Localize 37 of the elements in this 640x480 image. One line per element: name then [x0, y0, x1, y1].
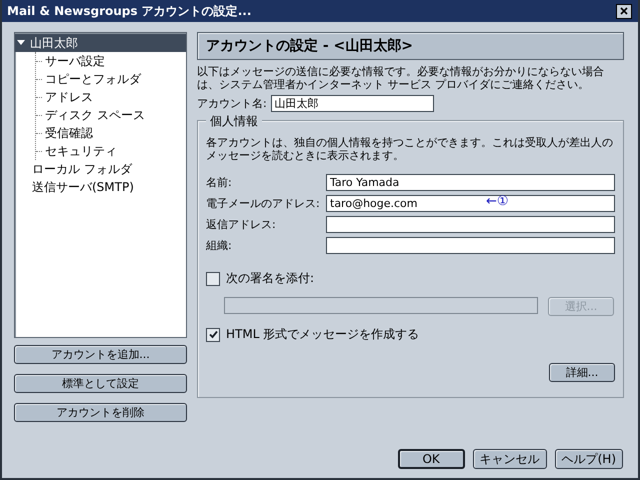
- tree-item[interactable]: コピーとフォルダ: [42, 70, 144, 88]
- window-title: Mail & Newsgroups アカウントの設定...: [7, 2, 252, 20]
- field-label: 組織:: [206, 238, 233, 253]
- account-name-field[interactable]: 山田太郎: [270, 95, 434, 112]
- annotation-mark: ←①: [486, 194, 509, 209]
- dialog-button[interactable]: キャンセル: [472, 449, 547, 469]
- dialog-button[interactable]: ヘルプ(H): [554, 449, 623, 469]
- panel-title: アカウントの設定 - <山田太郎>: [197, 32, 624, 60]
- field-label: 返信アドレス:: [206, 217, 277, 232]
- tree-item[interactable]: アドレス: [42, 88, 96, 106]
- tree-item[interactable]: サーバ設定: [42, 52, 108, 70]
- tree-item[interactable]: ディスク スペース: [42, 106, 148, 124]
- expanded-arrow-icon[interactable]: [17, 39, 25, 47]
- checkbox[interactable]: [206, 272, 220, 286]
- account-button[interactable]: アカウントを削除: [14, 403, 187, 422]
- checkbox-label: HTML 形式でメッセージを作成する: [226, 326, 420, 343]
- field-label: 名前:: [206, 175, 233, 190]
- tree-item[interactable]: ローカル フォルダ: [29, 160, 135, 178]
- input-field[interactable]: Taro Yamada: [326, 174, 615, 191]
- description-text: 以下はメッセージの送信に必要な情報です。必要な情報がお分かりにならない場合は、システム管理者かインターネット サービス プロバイダにご連絡ください。: [197, 65, 605, 91]
- group-legend: 個人情報: [206, 113, 262, 130]
- tree-item[interactable]: セキュリティ: [42, 142, 120, 160]
- close-icon: [620, 7, 628, 15]
- field-label: 電子メールのアドレス:: [206, 196, 321, 211]
- dialog-button[interactable]: OK: [398, 449, 465, 469]
- tree-item[interactable]: 送信サーバ(SMTP): [29, 178, 137, 196]
- input-field[interactable]: [326, 216, 615, 233]
- description-text: 各アカウントは、独自の個人情報を持つことができます。これは受取人が差出人のメッセージを読むときに表示されます。: [206, 136, 614, 162]
- checkbox[interactable]: [206, 328, 220, 342]
- close-button[interactable]: [616, 4, 632, 18]
- input-field[interactable]: [326, 237, 615, 254]
- account-button[interactable]: アカウントを追加...: [14, 345, 187, 364]
- tree-item[interactable]: 受信確認: [42, 124, 96, 142]
- account-button[interactable]: 標準として設定: [14, 374, 187, 393]
- checkbox-label: 次の署名を添付:: [226, 270, 314, 287]
- advanced-button[interactable]: 詳細...: [549, 363, 615, 382]
- field-label: アカウント名:: [197, 96, 267, 111]
